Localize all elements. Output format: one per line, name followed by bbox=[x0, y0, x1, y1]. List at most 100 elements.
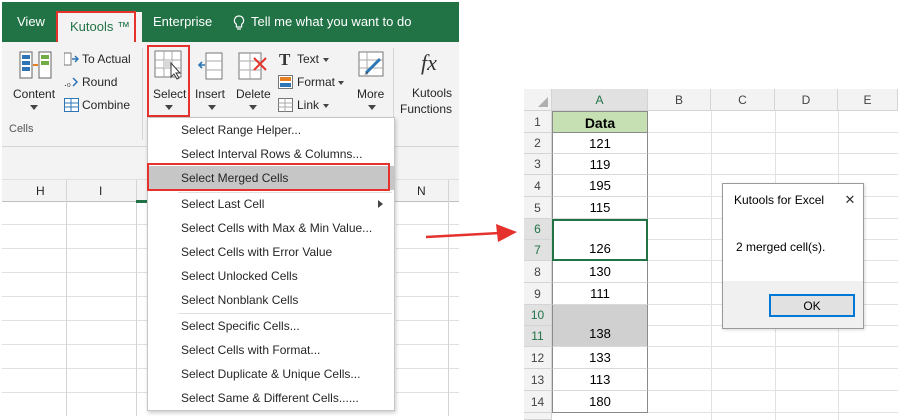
column-header-a[interactable]: A bbox=[552, 89, 648, 111]
column-header-n[interactable]: N bbox=[417, 184, 426, 198]
row-header[interactable]: 13 bbox=[524, 369, 552, 391]
row-header[interactable]: 9 bbox=[524, 283, 552, 305]
row-header[interactable]: 10 bbox=[524, 305, 552, 326]
link-button[interactable]: Link bbox=[297, 98, 319, 112]
data-cell[interactable]: 121 bbox=[552, 133, 648, 154]
row-header[interactable]: 5 bbox=[524, 197, 552, 219]
merged-cell-selected[interactable]: 138 bbox=[552, 305, 648, 347]
menu-item-select-max-min[interactable]: Select Cells with Max & Min Value... bbox=[148, 216, 394, 240]
menu-item-select-nonblank[interactable]: Select Nonblank Cells bbox=[148, 288, 394, 312]
chevron-down-icon bbox=[30, 105, 38, 110]
gridline bbox=[396, 368, 459, 369]
chevron-down-icon bbox=[338, 81, 344, 85]
merged-cell-selected[interactable]: 126 bbox=[552, 219, 648, 261]
lightbulb-icon bbox=[233, 15, 245, 31]
tab-view[interactable]: View bbox=[17, 2, 45, 42]
menu-item-select-specific-cells[interactable]: Select Specific Cells... bbox=[148, 314, 394, 338]
row-header[interactable]: 6 bbox=[524, 219, 552, 240]
row-header[interactable]: 4 bbox=[524, 175, 552, 197]
gridline bbox=[2, 392, 150, 393]
data-cell[interactable]: 119 bbox=[552, 154, 648, 175]
menu-item-select-duplicate-unique[interactable]: Select Duplicate & Unique Cells... bbox=[148, 362, 394, 386]
more-button[interactable]: More bbox=[357, 87, 384, 101]
tab-kutools[interactable]: Kutools ™ bbox=[58, 12, 142, 42]
chevron-down-icon bbox=[368, 105, 376, 110]
data-cell[interactable]: 111 bbox=[552, 283, 648, 305]
delete-icon bbox=[238, 52, 268, 80]
to-actual-button[interactable]: To Actual bbox=[82, 52, 131, 66]
menu-item-select-same-different[interactable]: Select Same & Different Cells...... bbox=[148, 386, 394, 410]
data-cell[interactable]: 133 bbox=[552, 347, 648, 369]
column-header-h[interactable]: H bbox=[36, 184, 45, 198]
data-cell[interactable]: 113 bbox=[552, 369, 648, 391]
menu-item-select-interval-rows-columns[interactable]: Select Interval Rows & Columns... bbox=[148, 142, 394, 166]
column-header-c[interactable]: C bbox=[711, 89, 775, 111]
delete-button[interactable]: Delete bbox=[236, 87, 271, 101]
tab-enterprise[interactable]: Enterprise bbox=[153, 2, 212, 42]
row-header[interactable]: 3 bbox=[524, 154, 552, 175]
data-cell[interactable]: 130 bbox=[552, 261, 648, 283]
select-icon bbox=[154, 50, 184, 80]
close-icon[interactable]: ✕ bbox=[839, 189, 861, 211]
gridline bbox=[396, 296, 459, 297]
menu-item-select-with-format[interactable]: Select Cells with Format... bbox=[148, 338, 394, 362]
more-icon bbox=[358, 51, 386, 79]
kutools-functions-button[interactable]: Kutools bbox=[412, 86, 452, 100]
combine-button[interactable]: Combine bbox=[82, 98, 130, 112]
data-cell[interactable]: 195 bbox=[552, 175, 648, 197]
data-cell[interactable]: 180 bbox=[552, 391, 648, 413]
content-button[interactable]: Content bbox=[13, 87, 55, 101]
row-header[interactable]: 8 bbox=[524, 261, 552, 283]
content-icon bbox=[19, 50, 53, 82]
column-header-d[interactable]: D bbox=[775, 89, 838, 111]
gridline bbox=[648, 174, 898, 175]
column-header-i[interactable]: I bbox=[99, 184, 102, 198]
text-button[interactable]: Text bbox=[297, 52, 319, 66]
gridline bbox=[136, 180, 137, 416]
select-button[interactable]: Select bbox=[153, 87, 186, 101]
chevron-down-icon bbox=[249, 105, 257, 110]
insert-button[interactable]: Insert bbox=[195, 87, 225, 101]
row-header[interactable]: 11 bbox=[524, 326, 552, 347]
row-header[interactable]: 2 bbox=[524, 133, 552, 154]
row-header[interactable]: 1 bbox=[524, 111, 552, 133]
kutools-functions-label: Functions bbox=[400, 102, 453, 116]
text-icon: T bbox=[279, 50, 291, 69]
menu-item-select-merged-cells[interactable]: Select Merged Cells bbox=[148, 166, 394, 190]
menu-item-select-range-helper[interactable]: Select Range Helper... bbox=[148, 118, 394, 142]
row-header[interactable]: 14 bbox=[524, 391, 552, 413]
row-header[interactable]: 7 bbox=[524, 240, 552, 261]
column-header-b[interactable]: B bbox=[648, 89, 711, 111]
data-cell[interactable]: 115 bbox=[552, 197, 648, 219]
menu-item-select-error-value[interactable]: Select Cells with Error Value bbox=[148, 240, 394, 264]
tell-me-search[interactable]: Tell me what you want to do bbox=[251, 2, 411, 42]
ok-button[interactable]: OK bbox=[769, 294, 855, 317]
format-icon bbox=[278, 75, 293, 89]
gridline bbox=[2, 224, 150, 225]
column-header-e[interactable]: E bbox=[838, 89, 898, 111]
menu-item-select-unlocked[interactable]: Select Unlocked Cells bbox=[148, 264, 394, 288]
gridline bbox=[2, 272, 150, 273]
data-header-cell[interactable]: Data bbox=[552, 111, 648, 133]
row-header[interactable]: 12 bbox=[524, 347, 552, 369]
gridline bbox=[648, 368, 898, 369]
gridline bbox=[2, 368, 150, 369]
menu-item-select-last-cell[interactable]: Select Last Cell bbox=[148, 192, 394, 216]
gridline bbox=[711, 111, 712, 420]
row-header bbox=[524, 413, 552, 420]
link-icon bbox=[278, 98, 293, 112]
gridline bbox=[448, 180, 449, 416]
gridline bbox=[66, 180, 67, 416]
gridline bbox=[648, 346, 898, 347]
gridline bbox=[2, 248, 150, 249]
select-all-corner[interactable] bbox=[524, 89, 552, 111]
insert-icon bbox=[198, 52, 224, 80]
gridline bbox=[648, 153, 898, 154]
ribbon-tab-bar: View Kutools ™ Enterprise Tell me what y… bbox=[2, 2, 459, 42]
chevron-right-icon bbox=[378, 200, 383, 208]
to-actual-icon bbox=[64, 52, 79, 66]
gridline bbox=[2, 320, 150, 321]
round-button[interactable]: Round bbox=[82, 75, 117, 89]
format-button[interactable]: Format bbox=[297, 75, 335, 89]
combine-icon bbox=[64, 98, 79, 112]
